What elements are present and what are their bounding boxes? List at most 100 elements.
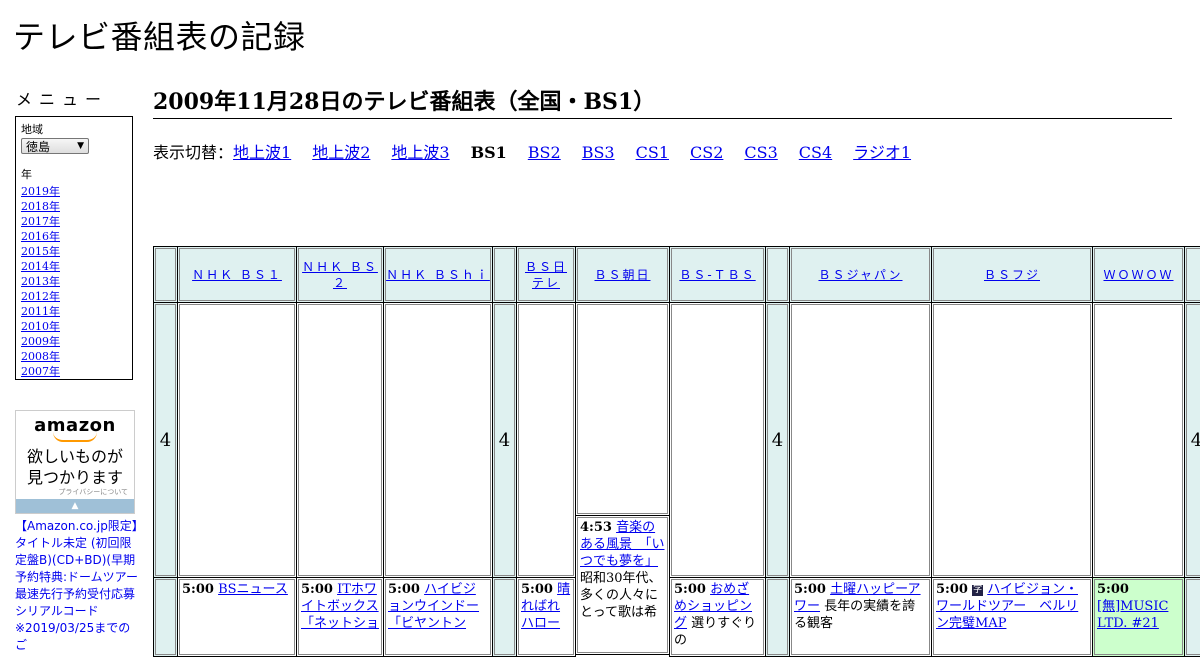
grid-corner	[153, 246, 178, 303]
channel-link-bs-fuji[interactable]: ＢＳフジ	[984, 267, 1040, 283]
switch-cs4[interactable]: CS4	[799, 143, 832, 162]
hour-label-5	[765, 577, 790, 657]
region-label: 地域	[21, 123, 43, 136]
channel-header-bs-japan: ＢＳジャパン	[789, 246, 932, 303]
program-nhk-bshi-500: 5:00 ハイビジョンウインドー「ビヤントン	[383, 577, 493, 657]
view-switcher: 表示切替：地上波1 地上波2 地上波3 BS1 BS2 BS3 CS1 CS2 CS3 CS4 ラジ…	[153, 139, 1172, 163]
program-time: 5:00	[936, 582, 968, 597]
region-select-value: 徳島	[26, 139, 51, 154]
switch-terrestrial-2[interactable]: 地上波2	[312, 143, 370, 162]
channel-link-bs-tbs[interactable]: ＢＳ-ＴＢＳ	[679, 267, 755, 283]
channel-link-bs-japan[interactable]: ＢＳジャパン	[818, 267, 902, 283]
empty-slot	[296, 302, 384, 578]
year-link-2017[interactable]: 2017年	[21, 215, 60, 228]
menu-box: 地域 徳島 ▼ 年 2019年 2018年 2017年 2016年 2015年 …	[15, 116, 133, 380]
program-bs-japan-500: 5:00 土曜ハッピーアワー 長年の実績を誇る観客	[789, 577, 932, 657]
program-time: 5:00	[521, 582, 553, 597]
ad-product-link[interactable]: 【Amazon.co.jp限定】タイトル未定 (初回限定盤B)(CD+BD)(早…	[15, 518, 140, 654]
program-time: 5:00	[388, 582, 420, 597]
year-link-2007[interactable]: 2007年	[21, 365, 60, 378]
channel-link-wowow[interactable]: ＷＯＷＯＷ	[1103, 267, 1173, 283]
year-link-2018[interactable]: 2018年	[21, 200, 60, 213]
empty-slot	[177, 302, 297, 578]
year-link-2013[interactable]: 2013年	[21, 275, 60, 288]
hour-label: 4	[765, 302, 790, 578]
empty-slot	[669, 302, 766, 578]
channel-header-wowow: ＷＯＷＯＷ	[1092, 246, 1185, 303]
hour-label-5	[1184, 577, 1200, 657]
program-time: 4:53	[580, 520, 612, 535]
program-time: 5:00	[1097, 582, 1129, 597]
channel-header-nhk-bs2: ＮＨＫ ＢＳ２	[296, 246, 384, 303]
year-link-2010[interactable]: 2010年	[21, 320, 60, 333]
switch-label: 表示切替：	[153, 143, 234, 162]
year-list: 2019年 2018年 2017年 2016年 2015年 2014年 2013…	[21, 184, 127, 379]
year-link-2015[interactable]: 2015年	[21, 245, 60, 258]
empty-slot	[1092, 302, 1185, 578]
year-link-2012[interactable]: 2012年	[21, 290, 60, 303]
program-wowow-500: 5:00 [無]MUSIC LTD. #21	[1092, 577, 1185, 657]
ad-privacy-link[interactable]: プライバシーについて	[58, 487, 128, 497]
ad-note: ※2019/03/25までのご	[15, 621, 131, 652]
channel-link-nhk-bs2[interactable]: ＮＨＫ ＢＳ２	[299, 259, 381, 291]
program-description: 昭和30年代、多くの人々にとって歌は希	[580, 571, 662, 620]
switch-radio-1[interactable]: ラジオ1	[853, 143, 911, 162]
empty-slot	[789, 302, 932, 578]
channel-header-nhk-bshi: ＮＨＫ ＢＳｈｉ	[383, 246, 493, 303]
switch-bs3[interactable]: BS3	[582, 143, 615, 162]
hour-label-5	[153, 577, 178, 657]
year-link-2008[interactable]: 2008年	[21, 350, 60, 363]
program-bs-fuji-500: 5:00 字 ハイビジョン・ワールドツアー ベルリン完璧MAP	[931, 577, 1093, 657]
switch-cs1[interactable]: CS1	[636, 143, 669, 162]
amazon-logo: amazon	[34, 415, 116, 436]
program-nhk-bs1-500: 5:00 BSニュース	[177, 577, 297, 657]
year-link-2011[interactable]: 2011年	[21, 305, 60, 318]
switch-cs3[interactable]: CS3	[744, 143, 777, 162]
ad-product-text: 【Amazon.co.jp限定】タイトル未定 (初回限定盤B)(CD+BD)(早…	[15, 519, 138, 618]
program-description: 選りすぐりの	[674, 616, 757, 648]
hour-label-5	[492, 577, 517, 657]
ad-copy-line-2: 見つかります	[26, 468, 123, 487]
channel-header-bs-tbs: ＢＳ-ＴＢＳ	[669, 246, 766, 303]
year-label: 年	[21, 168, 32, 181]
program-time: 5:00	[794, 582, 826, 597]
ad-expand-bar[interactable]: ▲	[16, 499, 134, 513]
channel-header-bs-ntv: ＢＳ日テレ	[516, 246, 576, 303]
program-bs-tbs-500: 5:00 おめざめショッピング 選りすぐりの	[669, 577, 766, 657]
ad-copy: 欲しいものが 見つかります	[16, 446, 134, 488]
channel-header-bs-fuji: ＢＳフジ	[931, 246, 1093, 303]
year-link-2019[interactable]: 2019年	[21, 185, 60, 198]
switch-terrestrial-1[interactable]: 地上波1	[233, 143, 291, 162]
main-content: 2009年11月28日のテレビ番組表（全国・BS1） 表示切替：地上波1 地上波2…	[153, 84, 1172, 163]
empty-slot	[575, 302, 670, 516]
channel-link-bs-asahi[interactable]: ＢＳ朝日	[594, 267, 650, 283]
program-bs-ntv-500: 5:00 晴ればれハロー	[516, 577, 576, 657]
switch-cs2[interactable]: CS2	[690, 143, 723, 162]
site-title: テレビ番組表の記録	[13, 18, 306, 56]
program-time: 5:00	[301, 582, 333, 597]
empty-slot	[383, 302, 493, 578]
year-link-2016[interactable]: 2016年	[21, 230, 60, 243]
amazon-ad-banner[interactable]: amazon 欲しいものが 見つかります プライバシーについて ▲	[15, 410, 135, 514]
sidebar: メニュー 地域 徳島 ▼ 年 2019年 2018年 2017年 2016年 2…	[15, 86, 138, 654]
region-select[interactable]: 徳島 ▼	[21, 138, 89, 154]
program-title-link[interactable]: [無]MUSIC LTD. #21	[1097, 599, 1168, 631]
hour-label: 4	[1184, 302, 1200, 578]
year-link-2009[interactable]: 2009年	[21, 335, 60, 348]
chevron-up-icon: ▲	[71, 501, 79, 511]
menu-heading: メニュー	[16, 90, 109, 109]
switch-terrestrial-3[interactable]: 地上波3	[391, 143, 449, 162]
hour-header-spacer-2	[492, 246, 517, 303]
program-bs-asahi-453: 4:53 音楽のある風景 「いつでも夢を」 昭和30年代、多くの人々にとって歌は…	[575, 515, 670, 655]
switch-bs1-current: BS1	[470, 143, 507, 162]
channel-header-nhk-bs1: ＮＨＫ ＢＳ１	[177, 246, 297, 303]
hour-label: 4	[153, 302, 178, 578]
program-time: 5:00	[182, 582, 214, 597]
switch-bs2[interactable]: BS2	[528, 143, 561, 162]
year-link-2014[interactable]: 2014年	[21, 260, 60, 273]
channel-link-nhk-bshi[interactable]: ＮＨＫ ＢＳｈｉ	[386, 267, 490, 283]
ad-copy-line-1: 欲しいものが	[26, 447, 123, 466]
channel-link-bs-ntv[interactable]: ＢＳ日テレ	[519, 259, 573, 291]
channel-link-nhk-bs1[interactable]: ＮＨＫ ＢＳ１	[192, 267, 282, 283]
program-title-link[interactable]: BSニュース	[218, 582, 288, 597]
